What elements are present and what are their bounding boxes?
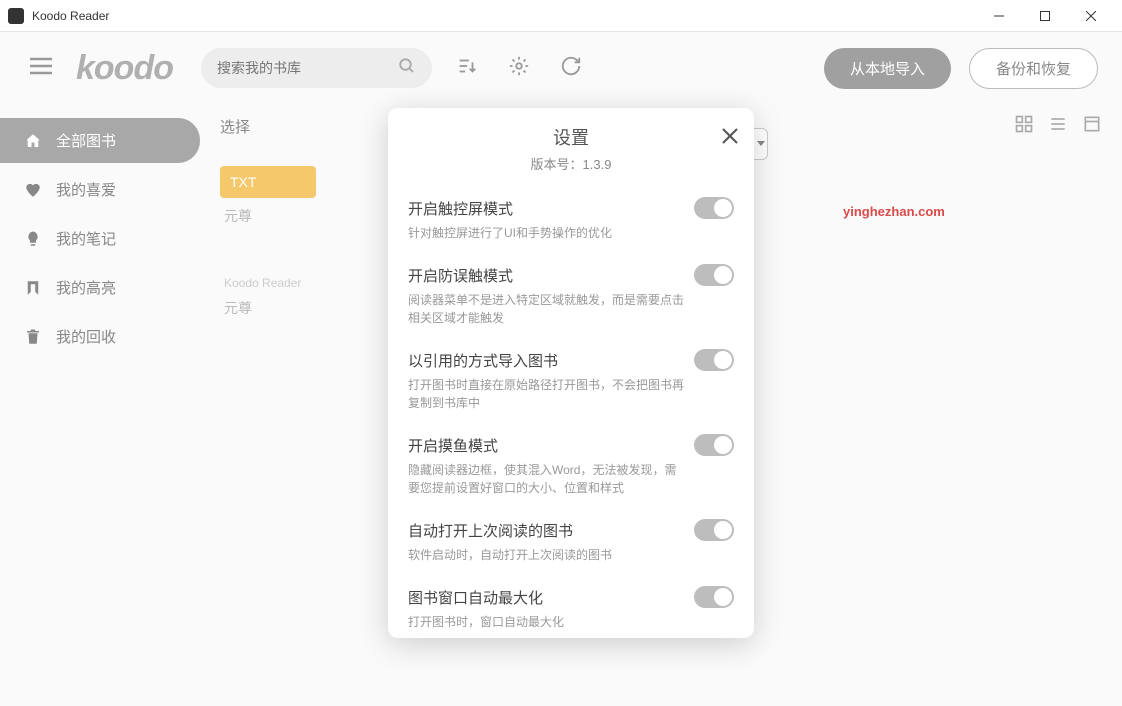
dialog-body[interactable]: 开启触控屏模式 针对触控屏进行了UI和手势操作的优化 开启防误触模式 阅读器菜单… xyxy=(388,181,754,638)
sidebar-item-bookmark[interactable]: 我的高亮 xyxy=(0,265,200,310)
setting-item: 以引用的方式导入图书 打开图书时直接在原始路径打开图书，不会把图书再复制到书库中 xyxy=(408,339,734,424)
book-format-badge: TXT xyxy=(220,166,316,198)
setting-title: 开启触控屏模式 xyxy=(408,198,513,219)
sidebar-item-trash[interactable]: 我的回收 xyxy=(0,314,200,359)
sync-icon[interactable] xyxy=(554,49,588,88)
list-view-icon[interactable] xyxy=(1048,114,1068,139)
setting-desc: 阅读器菜单不是进入特定区域就触发，而是需要点击相关区域才能触发 xyxy=(408,291,734,327)
sidebar-item-label: 我的回收 xyxy=(56,326,116,347)
sidebar-item-bulb[interactable]: 我的笔记 xyxy=(0,216,200,261)
sidebar-item-label: 全部图书 xyxy=(56,130,116,151)
sort-dropdown[interactable] xyxy=(754,128,768,160)
close-button[interactable] xyxy=(1068,0,1114,32)
sort-icon[interactable] xyxy=(450,49,484,88)
select-label[interactable]: 选择 xyxy=(220,116,250,137)
setting-title: 开启防误触模式 xyxy=(408,265,513,286)
dialog-title: 设置 xyxy=(408,124,734,150)
settings-icon[interactable] xyxy=(502,49,536,88)
logo: koodo xyxy=(76,49,173,88)
setting-title: 自动打开上次阅读的图书 xyxy=(408,520,573,541)
settings-dialog: 设置 版本号：1.3.9 开启触控屏模式 针对触控屏进行了UI和手势操作的优化 … xyxy=(388,108,754,638)
bulb-icon xyxy=(24,230,42,248)
menu-icon[interactable] xyxy=(24,51,58,86)
setting-desc: 打开图书时直接在原始路径打开图书，不会把图书再复制到书库中 xyxy=(408,376,734,412)
book-author: 元尊 xyxy=(220,298,370,318)
book-card[interactable]: TXT 元尊 Koodo Reader 元尊 xyxy=(220,158,370,326)
sidebar: 全部图书我的喜爱我的笔记我的高亮我的回收 xyxy=(0,104,200,706)
trash-icon xyxy=(24,328,42,346)
cover-view-icon[interactable] xyxy=(1082,114,1102,139)
setting-toggle[interactable] xyxy=(694,434,734,456)
setting-desc: 针对触控屏进行了UI和手势操作的优化 xyxy=(408,224,734,242)
setting-desc: 打开图书时，窗口自动最大化 xyxy=(408,613,734,631)
setting-toggle[interactable] xyxy=(694,349,734,371)
setting-title: 图书窗口自动最大化 xyxy=(408,587,543,608)
app-icon xyxy=(8,8,24,24)
backup-button[interactable]: 备份和恢复 xyxy=(969,48,1098,89)
dialog-version: 版本号：1.3.9 xyxy=(408,154,734,173)
setting-item: 开启触控屏模式 针对触控屏进行了UI和手势操作的优化 xyxy=(408,187,734,254)
heart-icon xyxy=(24,181,42,199)
setting-toggle[interactable] xyxy=(694,586,734,608)
grid-view-icon[interactable] xyxy=(1014,114,1034,139)
sidebar-item-heart[interactable]: 我的喜爱 xyxy=(0,167,200,212)
setting-title: 开启摸鱼模式 xyxy=(408,435,498,456)
book-meta: Koodo Reader xyxy=(220,276,370,290)
setting-item: 开启防误触模式 阅读器菜单不是进入特定区域就触发，而是需要点击相关区域才能触发 xyxy=(408,254,734,339)
setting-item: 自动打开上次阅读的图书 软件启动时，自动打开上次阅读的图书 xyxy=(408,509,734,576)
minimize-button[interactable] xyxy=(976,0,1022,32)
setting-item: 图书窗口自动最大化 打开图书时，窗口自动最大化 xyxy=(408,576,734,638)
sidebar-item-label: 我的高亮 xyxy=(56,277,116,298)
bookmark-icon xyxy=(24,279,42,297)
setting-toggle[interactable] xyxy=(694,519,734,541)
setting-title: 以引用的方式导入图书 xyxy=(408,350,558,371)
setting-desc: 隐藏阅读器边框，使其混入Word，无法被发现，需要您提前设置好窗口的大小、位置和… xyxy=(408,461,734,497)
window-title: Koodo Reader xyxy=(32,9,976,23)
search-box[interactable] xyxy=(201,48,432,88)
sidebar-item-label: 我的喜爱 xyxy=(56,179,116,200)
home-icon xyxy=(24,132,42,150)
import-button[interactable]: 从本地导入 xyxy=(824,48,951,89)
sidebar-item-label: 我的笔记 xyxy=(56,228,116,249)
maximize-button[interactable] xyxy=(1022,0,1068,32)
close-icon[interactable] xyxy=(722,128,738,149)
setting-item: 开启摸鱼模式 隐藏阅读器边框，使其混入Word，无法被发现，需要您提前设置好窗口… xyxy=(408,424,734,509)
search-icon[interactable] xyxy=(398,57,416,80)
search-input[interactable] xyxy=(217,60,398,76)
sidebar-item-home[interactable]: 全部图书 xyxy=(0,118,200,163)
setting-toggle[interactable] xyxy=(694,197,734,219)
setting-toggle[interactable] xyxy=(694,264,734,286)
book-title: 元尊 xyxy=(220,206,370,226)
setting-desc: 软件启动时，自动打开上次阅读的图书 xyxy=(408,546,734,564)
